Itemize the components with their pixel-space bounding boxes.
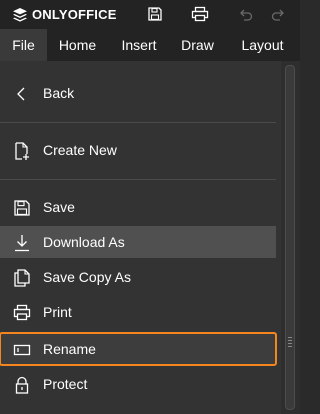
save-icon	[14, 200, 30, 216]
menu-item-label: Save	[43, 199, 75, 215]
redo-button[interactable]	[267, 4, 289, 24]
menu-item-protect[interactable]: Protect	[0, 368, 276, 400]
menu-item-back[interactable]: Back	[0, 77, 276, 109]
menu-divider	[0, 179, 276, 180]
menu-item-label: Print	[43, 304, 72, 320]
undo-button[interactable]	[235, 4, 257, 24]
undo-icon	[240, 9, 253, 21]
print-icon	[13, 304, 31, 321]
redo-icon	[271, 9, 284, 21]
app-window: ONLYOFFICE File Home Insert Draw Layout …	[0, 0, 300, 414]
download-icon	[15, 235, 29, 252]
menu-item-label: Back	[43, 85, 75, 101]
menu-item-save[interactable]: Save	[0, 191, 276, 223]
app-logo-text: ONLYOFFICE	[32, 7, 117, 22]
ribbon-tabs: File Home Insert Draw Layout	[0, 29, 300, 61]
save-copy-icon	[14, 269, 30, 287]
tab-layout[interactable]: Layout	[225, 29, 300, 61]
tab-file[interactable]: File	[0, 29, 47, 61]
scrollbar-grip	[288, 340, 292, 341]
menu-item-label: Protect	[43, 376, 88, 392]
title-bar: ONLYOFFICE	[0, 0, 300, 29]
save-icon	[148, 7, 162, 21]
menu-item-label: Create New	[43, 142, 117, 158]
menu-divider	[0, 122, 276, 123]
panel-scrollbar[interactable]	[281, 61, 300, 414]
print-icon	[191, 6, 209, 22]
app-logo: ONLYOFFICE	[12, 0, 117, 29]
scrollbar-grip	[288, 343, 292, 344]
rename-icon	[13, 344, 31, 356]
menu-item-create-new[interactable]: Create New	[0, 134, 276, 166]
scrollbar-grip	[288, 346, 292, 347]
menu-item-label: Download As	[43, 234, 125, 250]
tab-draw[interactable]: Draw	[170, 29, 225, 61]
onlyoffice-logo-icon	[13, 7, 27, 22]
file-menu-panel: Back Create New Save Download As Save Co…	[0, 61, 280, 414]
menu-item-print[interactable]: Print	[0, 296, 276, 328]
scrollbar-thumb[interactable]	[285, 65, 295, 410]
new-document-icon	[15, 142, 29, 160]
menu-item-save-copy-as[interactable]: Save Copy As	[0, 261, 276, 293]
lock-icon	[15, 376, 29, 394]
chevron-left-icon	[17, 87, 25, 101]
menu-item-download-as[interactable]: Download As	[0, 226, 276, 258]
menu-item-rename[interactable]: Rename	[0, 332, 277, 366]
tab-insert[interactable]: Insert	[108, 29, 170, 61]
menu-item-label: Rename	[43, 341, 96, 357]
save-button[interactable]	[144, 4, 166, 24]
menu-item-label: Save Copy As	[43, 269, 131, 285]
scrollbar-grip	[288, 337, 292, 338]
print-button[interactable]	[189, 4, 211, 24]
tab-home[interactable]: Home	[47, 29, 108, 61]
